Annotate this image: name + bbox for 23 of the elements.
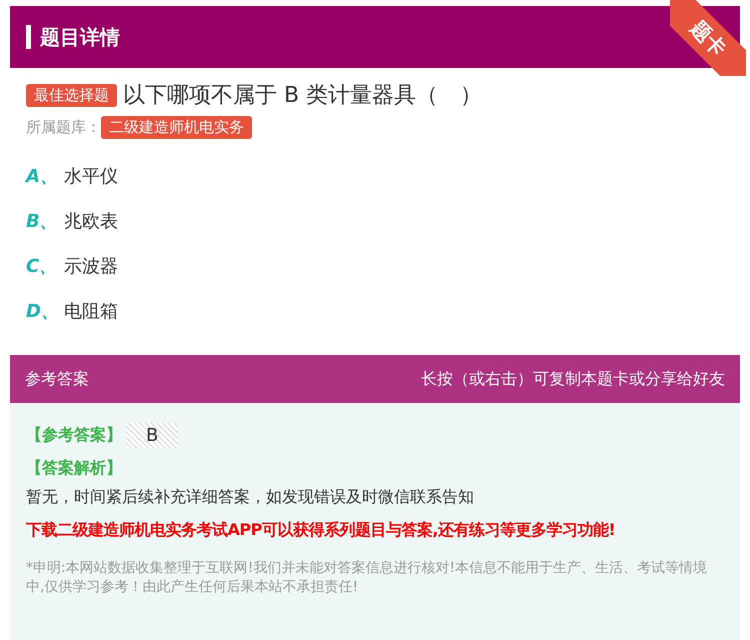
option-text: 电阻箱 <box>64 300 118 322</box>
analysis-label: 【答案解析】 <box>26 458 123 479</box>
promo-text[interactable]: 下载二级建造师机电实务考试APP可以获得系列题目与答案,还有练习等更多学习功能! <box>26 520 724 541</box>
answer-value: B <box>126 423 178 448</box>
page-title: 题目详情 <box>40 24 120 50</box>
bank-tag[interactable]: 二级建造师机电实务 <box>101 116 252 139</box>
option-letter: B、 <box>26 210 59 232</box>
disclaimer-text: *申明:本网站数据收集整理于互联网!我们并未能对答案信息进行核对!本信息不能用于生产、生活、考试等情境中,仅供学习参考！由此产生任何后果本站不承担责任! <box>26 559 708 597</box>
question-type-badge: 最佳选择题 <box>26 84 117 106</box>
option-letter: C、 <box>26 254 58 278</box>
option-text: 兆欧表 <box>64 210 118 232</box>
option-letter: D、 <box>26 300 60 322</box>
option-text: 水平仪 <box>64 164 118 188</box>
answer-title: 参考答案 <box>25 368 89 390</box>
option-text: 示波器 <box>64 254 118 278</box>
bank-label: 所属题库： <box>26 118 101 137</box>
corner-ribbon[interactable]: 题卡 <box>670 0 746 76</box>
answer-label: 【参考答案】 <box>26 425 122 446</box>
share-hint: 长按（或右击）可复制本题卡或分享给好友 <box>421 368 725 390</box>
option-letter: A、 <box>26 164 59 188</box>
question-text: 以下哪项不属于 B 类计量器具（ ） <box>123 82 482 110</box>
title-marker <box>26 25 31 49</box>
analysis-text: 暂无，时间紧后续补充详细答案，如发现错误及时微信联系告知 <box>26 487 475 508</box>
